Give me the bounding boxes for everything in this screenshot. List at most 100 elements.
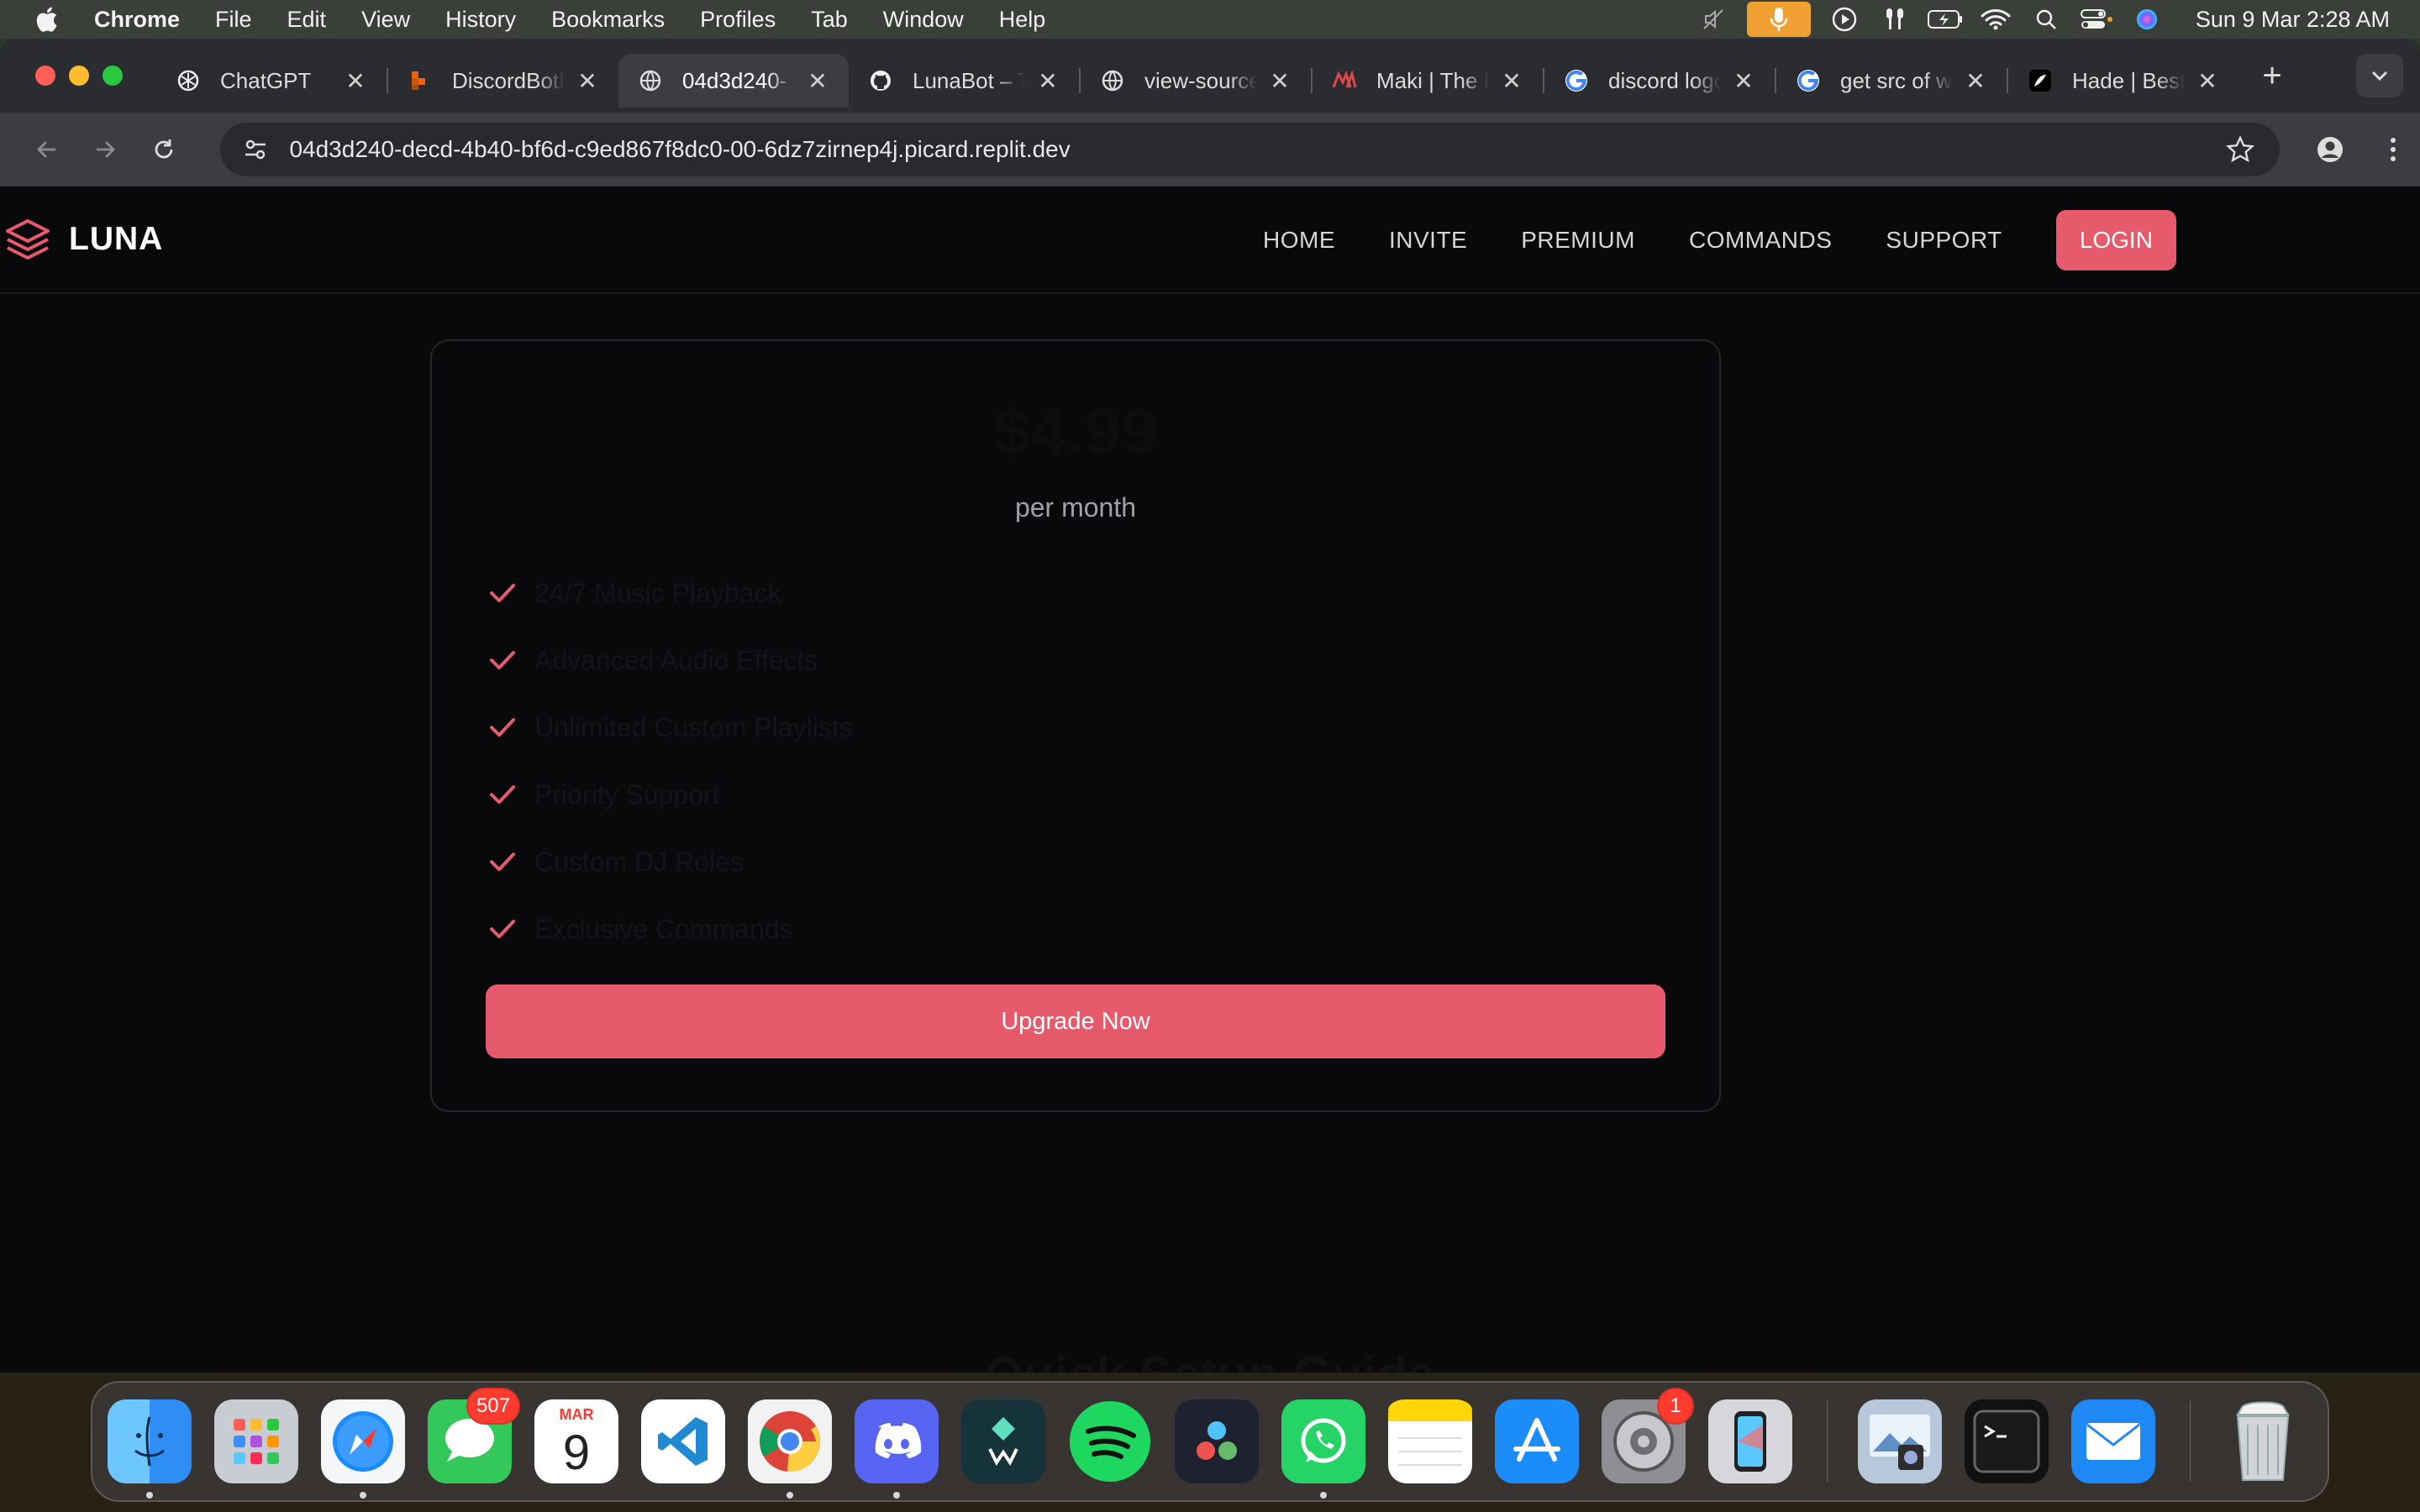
tab-close-icon[interactable]: ✕ [343,68,368,94]
back-arrow-icon[interactable] [20,123,73,176]
menu-history[interactable]: History [445,7,516,33]
tab-get-src-search[interactable]: get src of w ✕ [1776,54,2007,108]
apple-menu-icon[interactable] [32,5,60,34]
forward-arrow-icon[interactable] [78,123,131,176]
tab-close-icon[interactable]: ✕ [1963,68,1988,94]
browser-toolbar: 04d3d240-decd-4b40-bf6d-c9ed867f8dc0-00-… [0,113,2420,186]
iphone-mirroring-icon[interactable] [1708,1399,1792,1483]
site-navbar: LUNA HOME INVITE PREMIUM COMMANDS SUPPOR… [0,186,2420,294]
tab-chatgpt[interactable]: ChatGPT ✕ [156,54,387,108]
discord-icon[interactable] [855,1399,939,1499]
browser-menu-kebab-icon[interactable] [2366,123,2419,176]
safari-icon[interactable] [321,1399,405,1499]
notes-icon[interactable] [1388,1399,1472,1483]
tab-search-chevron-icon[interactable] [2356,54,2403,97]
tab-title: LunaBot – T [913,67,1025,93]
finder-icon[interactable] [108,1399,192,1499]
tab-close-icon[interactable]: ✕ [2195,68,2220,94]
menubar-clock[interactable]: Sun 9 Mar 2:28 AM [2196,7,2390,33]
menu-profiles[interactable]: Profiles [700,7,776,33]
tab-close-icon[interactable]: ✕ [1499,68,1524,94]
vscode-icon[interactable] [641,1399,725,1483]
tab-lunabot-github[interactable]: LunaBot – T ✕ [849,54,1079,108]
system-settings-icon[interactable]: 1 [1602,1388,1694,1483]
site-info-tune-icon[interactable] [237,131,274,168]
feature-item: Priority Support [487,761,853,828]
nav-home[interactable]: HOME [1263,227,1335,254]
feature-label: Advanced Audio Effects [534,644,818,675]
wifi-icon[interactable] [1970,0,2021,39]
nav-support[interactable]: SUPPORT [1886,227,2002,254]
tab-discordbot[interactable]: DiscordBotL ✕ [388,54,618,108]
address-bar[interactable]: 04d3d240-decd-4b40-bf6d-c9ed867f8dc0-00-… [220,123,2280,176]
bookmark-star-icon[interactable] [2219,129,2261,171]
zoom-window-button[interactable] [103,66,123,86]
tab-title: get src of w [1840,67,1952,93]
mail-icon[interactable] [2071,1399,2155,1483]
menu-view[interactable]: View [361,7,410,33]
messages-icon[interactable]: 507 [428,1388,520,1483]
nav-commands[interactable]: COMMANDS [1689,227,1832,254]
trash-icon[interactable] [2221,1399,2305,1483]
tab-hade[interactable]: Hade | Best ✕ [2008,54,2238,108]
spotlight-search-icon[interactable] [2021,0,2071,39]
control-center-icon[interactable] [2071,0,2122,39]
tab-close-icon[interactable]: ✕ [805,68,830,94]
tab-view-source[interactable]: view-source ✕ [1081,54,1311,108]
app-store-icon[interactable] [1495,1399,1579,1483]
tab-close-icon[interactable]: ✕ [575,68,600,94]
quick-setup-guide-heading: Quick Setup Guide [0,1346,2420,1373]
menu-bar: Chrome File Edit View History Bookmarks … [0,0,2420,39]
menu-window[interactable]: Window [883,7,964,33]
terminal-icon[interactable] [1965,1399,2049,1483]
new-tab-plus-icon[interactable]: + [2247,50,2297,101]
tab-replit-active[interactable]: 04d3d240- ✕ [618,54,849,108]
dock: 507 MAR 9 1 [91,1381,2329,1502]
nav-premium[interactable]: PREMIUM [1521,227,1635,254]
minimize-window-button[interactable] [69,66,89,86]
profile-avatar-icon[interactable] [2303,123,2356,176]
filmora-icon[interactable] [961,1399,1045,1483]
tab-maki[interactable]: Maki | The L ✕ [1313,54,1543,108]
tab-discord-logo-search[interactable]: discord logo ✕ [1544,54,1775,108]
microphone-icon[interactable] [1746,2,1811,37]
menu-edit[interactable]: Edit [287,7,327,33]
address-url[interactable]: 04d3d240-decd-4b40-bf6d-c9ed867f8dc0-00-… [289,136,2219,163]
mute-icon[interactable] [1688,0,1739,39]
brand[interactable]: LUNA [0,215,163,264]
davinci-resolve-icon[interactable] [1175,1399,1259,1483]
tab-title: view-source [1144,67,1257,93]
login-button[interactable]: LOGIN [2055,210,2176,270]
nav-invite[interactable]: INVITE [1389,227,1467,254]
whatsapp-icon[interactable] [1281,1399,1365,1499]
checkmark-icon [487,645,518,675]
reload-icon[interactable] [137,123,190,176]
menu-file[interactable]: File [215,7,252,33]
running-indicator [893,1492,900,1499]
upgrade-now-button[interactable]: Upgrade Now [486,984,1665,1058]
tab-close-icon[interactable]: ✕ [1035,68,1060,94]
siri-icon[interactable] [2122,0,2172,39]
tab-close-icon[interactable]: ✕ [1267,68,1292,94]
spotify-icon[interactable] [1068,1399,1152,1483]
tab-close-icon[interactable]: ✕ [1731,68,1756,94]
preview-icon[interactable] [1858,1399,1942,1483]
menu-bookmarks[interactable]: Bookmarks [551,7,665,33]
browser-window: ChatGPT ✕ DiscordBotL ✕ 04d3d240- ✕ Luna… [0,39,2420,1373]
menu-app-name[interactable]: Chrome [94,7,180,33]
chatgpt-icon [175,67,202,94]
play-icon[interactable] [1819,0,1870,39]
calendar-icon[interactable]: MAR 9 [534,1399,618,1483]
tab-title: 04d3d240- [682,67,787,93]
airpods-icon[interactable] [1870,0,1920,39]
menu-help[interactable]: Help [999,7,1046,33]
battery-icon[interactable] [1920,0,1970,39]
feature-label: Exclusive Commands [534,913,793,944]
close-window-button[interactable] [35,66,55,86]
chrome-icon[interactable] [748,1399,832,1499]
launchpad-icon[interactable] [214,1399,298,1483]
menu-tab[interactable]: Tab [811,7,848,33]
google-icon [1563,67,1590,94]
globe-icon [1099,67,1126,94]
feature-item: Unlimited Custom Playlists [487,694,853,761]
